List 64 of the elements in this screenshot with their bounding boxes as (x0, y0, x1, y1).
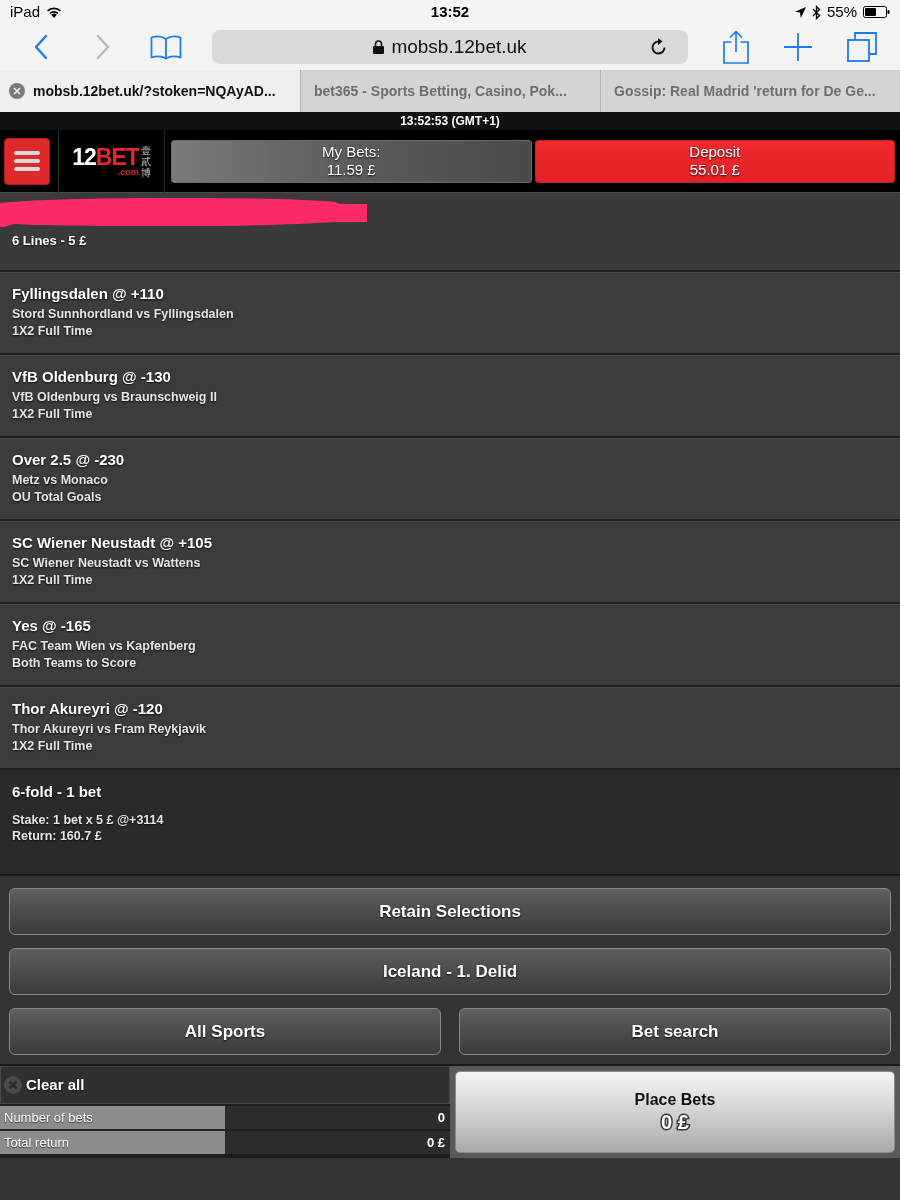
stake-text: Stake: 1 bet x 5 £ @+3114 (12, 812, 164, 828)
share-icon (723, 30, 749, 64)
stat-value: 0 (225, 1106, 450, 1129)
market-name: 1X2 Full Time (12, 406, 93, 422)
chevron-left-icon (34, 34, 48, 60)
lock-icon (373, 40, 385, 54)
bluetooth-icon (811, 4, 821, 20)
market-name: Both Teams to Score (12, 655, 137, 671)
tabs-button[interactable] (847, 32, 877, 62)
clear-icon (4, 1076, 22, 1094)
close-tab-icon[interactable] (9, 83, 25, 99)
battery-percent: 55% (826, 1, 857, 22)
device-name: iPad (10, 1, 41, 22)
location-arrow-icon (794, 6, 806, 18)
match-name: Metz vs Monaco (12, 472, 108, 489)
selection-title: Thor Akureyri @ -120 (12, 699, 163, 719)
status-time: 13:52 (429, 1, 471, 22)
stat-value: 0 £ (225, 1131, 450, 1154)
stat-label: Number of bets (0, 1106, 225, 1129)
stat-label: Total return (0, 1131, 225, 1154)
address-field[interactable]: mobsb.12bet.uk (212, 30, 688, 64)
book-icon (150, 34, 182, 60)
market-name: 1X2 Full Time (12, 738, 93, 754)
match-name: Thor Akureyri vs Fram Reykjavik (12, 721, 207, 738)
reload-icon (649, 38, 667, 56)
action-button[interactable]: Bet search (459, 1008, 891, 1055)
action-button[interactable]: All Sports (9, 1008, 441, 1055)
new-tab-button[interactable] (783, 32, 813, 62)
bookmarks-button[interactable] (150, 32, 182, 62)
menu-icon (14, 151, 40, 171)
plus-icon (784, 33, 812, 61)
chevron-right-icon (96, 34, 110, 60)
logo-domain: .com (117, 167, 139, 177)
market-name: OU Total Goals (12, 489, 102, 505)
clear-all-button[interactable]: Clear all (0, 1066, 450, 1104)
combo-line: 6 Lines - 5 £ (12, 232, 87, 250)
match-name: Stord Sunnhordland vs Fyllingsdalen (12, 306, 234, 323)
deposit-button[interactable]: Deposit 55.01 £ (534, 139, 895, 183)
menu-button[interactable] (4, 137, 50, 185)
selection-title: VfB Oldenburg @ -130 (12, 367, 171, 387)
selection-title: Fyllingsdalen @ +110 (12, 284, 164, 304)
action-button[interactable]: Iceland - 1. Delid (9, 948, 891, 995)
selection-title: Yes @ -165 (12, 616, 91, 636)
share-button[interactable] (722, 30, 750, 64)
logo-cjk-text: 壹貳博 (140, 144, 151, 178)
selection-title: SC Wiener Neustadt @ +105 (12, 533, 212, 553)
my-bets-button[interactable]: My Bets: 11.59 £ (171, 139, 532, 183)
tabs-icon (847, 32, 877, 62)
place-bets-button[interactable]: Place Bets 0 £ (455, 1071, 895, 1153)
battery-icon (863, 6, 890, 18)
url-text: mobsb.12bet.uk (391, 34, 527, 59)
summary-title: 6-fold - 1 bet (12, 782, 102, 802)
match-name: VfB Oldenburg vs Braunschweig II (12, 389, 217, 406)
market-name: 1X2 Full Time (12, 572, 93, 588)
wifi-icon (46, 6, 63, 18)
logo-wordmark: 12BET (72, 145, 139, 168)
selection-title: Over 2.5 @ -230 (12, 450, 125, 470)
market-name: 1X2 Full Time (12, 323, 93, 339)
action-button[interactable]: Retain Selections (9, 888, 891, 935)
browser-tab[interactable]: mobsb.12bet.uk/?stoken=NQAyAD... (0, 70, 300, 112)
return-text: Return: 160.7 £ (12, 828, 102, 844)
match-name: FAC Team Wien vs Kapfenberg (12, 638, 196, 655)
match-name: SC Wiener Neustadt vs Wattens (12, 555, 201, 572)
clock-bar: 13:52:53 (GMT+1) (0, 112, 900, 130)
